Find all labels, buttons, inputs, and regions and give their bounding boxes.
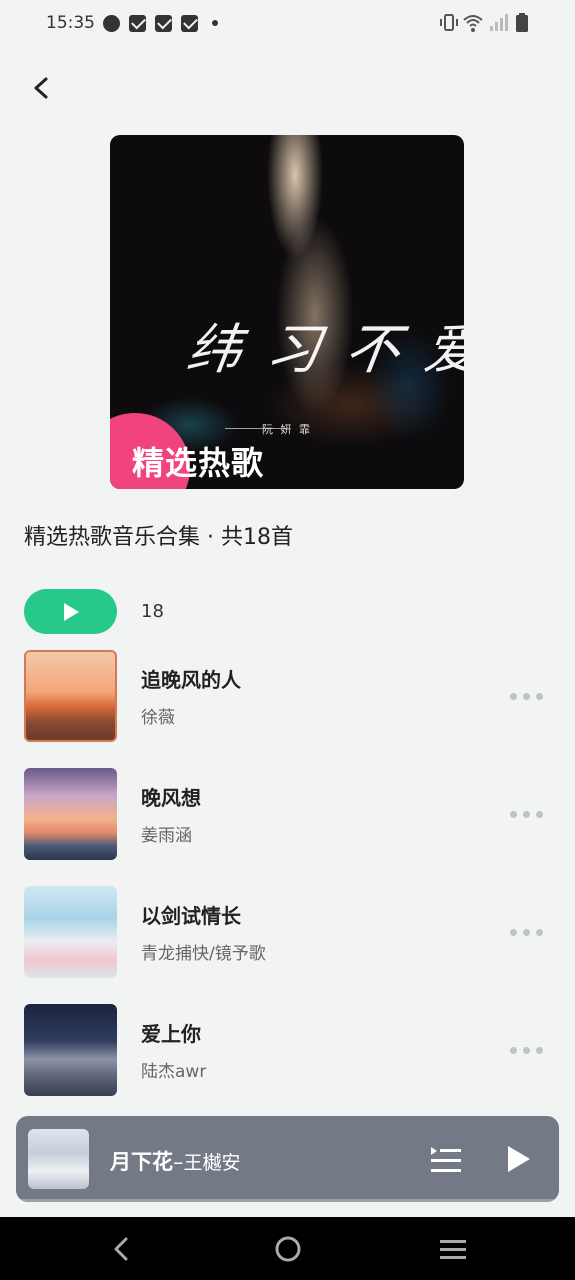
more-options-button[interactable] xyxy=(505,921,549,943)
speedometer-icon xyxy=(103,15,120,32)
signal-icon xyxy=(490,14,508,31)
song-count: 18 xyxy=(141,601,164,622)
list-item[interactable]: 追晚风的人 徐薇 xyxy=(0,650,575,750)
battery-icon xyxy=(516,13,528,32)
status-time: 15:35 xyxy=(46,13,95,33)
play-icon xyxy=(64,603,79,621)
chevron-left-icon xyxy=(34,77,48,99)
mail-icon xyxy=(129,15,146,32)
vibrate-icon xyxy=(440,14,458,31)
nav-back-icon xyxy=(114,1237,128,1261)
cover-badge: 精选热歌 xyxy=(132,444,265,482)
nav-recents-button[interactable] xyxy=(435,1231,471,1267)
playlist-queue-button[interactable] xyxy=(428,1142,464,1176)
wifi-icon xyxy=(463,15,483,32)
mini-player-title: 月下花–王樾安 xyxy=(110,1146,241,1176)
list-item[interactable]: 晚风想 姜雨涵 xyxy=(0,768,575,868)
nav-home-button[interactable] xyxy=(270,1231,306,1267)
status-bar: 15:35 xyxy=(0,0,575,48)
mail-icon xyxy=(181,15,198,32)
playback-progress-bar xyxy=(16,1199,559,1202)
play-all-button[interactable] xyxy=(24,589,117,634)
nav-back-button[interactable] xyxy=(103,1231,139,1267)
more-options-button[interactable] xyxy=(505,803,549,825)
now-playing-artist: 王樾安 xyxy=(183,1152,241,1174)
mini-player-thumbnail xyxy=(28,1129,89,1189)
system-navigation-bar xyxy=(0,1217,575,1280)
song-thumbnail xyxy=(24,650,117,742)
playlist-cover: 纬 习 不 爱 你 阮 妍 霏 精选热歌 xyxy=(110,135,464,489)
mini-player[interactable]: 月下花–王樾安 xyxy=(16,1116,559,1202)
back-button[interactable] xyxy=(22,70,62,110)
list-item[interactable]: 以剑试情长 青龙捕快/镜予歌 xyxy=(0,886,575,986)
song-artist: 徐薇 xyxy=(141,708,175,728)
song-title: 爱上你 xyxy=(141,1022,201,1046)
song-artist: 姜雨涵 xyxy=(141,826,192,846)
screen: 15:35 纬 习 不 爱 阮 妍 霏 精选热歌 精选热歌音乐合集 · 共18首… xyxy=(0,0,575,1280)
title-separator: – xyxy=(173,1150,184,1174)
mini-play-button[interactable] xyxy=(502,1142,534,1176)
more-options-button[interactable] xyxy=(505,1039,549,1061)
song-thumbnail xyxy=(24,768,117,860)
mail-icon xyxy=(155,15,172,32)
song-thumbnail xyxy=(24,1004,117,1096)
play-icon xyxy=(508,1146,530,1172)
song-thumbnail xyxy=(24,886,117,978)
now-playing-title: 月下花 xyxy=(110,1150,173,1174)
song-title: 晚风想 xyxy=(141,786,201,810)
queue-list-icon xyxy=(431,1147,461,1172)
song-title: 以剑试情长 xyxy=(141,904,241,928)
nav-home-icon xyxy=(275,1236,301,1262)
nav-menu-icon xyxy=(440,1240,466,1259)
playlist-title: 精选热歌音乐合集 · 共18首 xyxy=(24,525,293,550)
song-artist: 青龙捕快/镜予歌 xyxy=(141,944,266,964)
cover-script-title: 纬 习 不 爱 你 xyxy=(182,318,464,381)
song-artist: 陆杰awr xyxy=(141,1062,207,1082)
more-options-button[interactable] xyxy=(505,685,549,707)
notification-dot-icon xyxy=(212,20,218,26)
song-title: 追晚风的人 xyxy=(141,668,241,692)
list-item[interactable]: 爱上你 陆杰awr xyxy=(0,1004,575,1104)
